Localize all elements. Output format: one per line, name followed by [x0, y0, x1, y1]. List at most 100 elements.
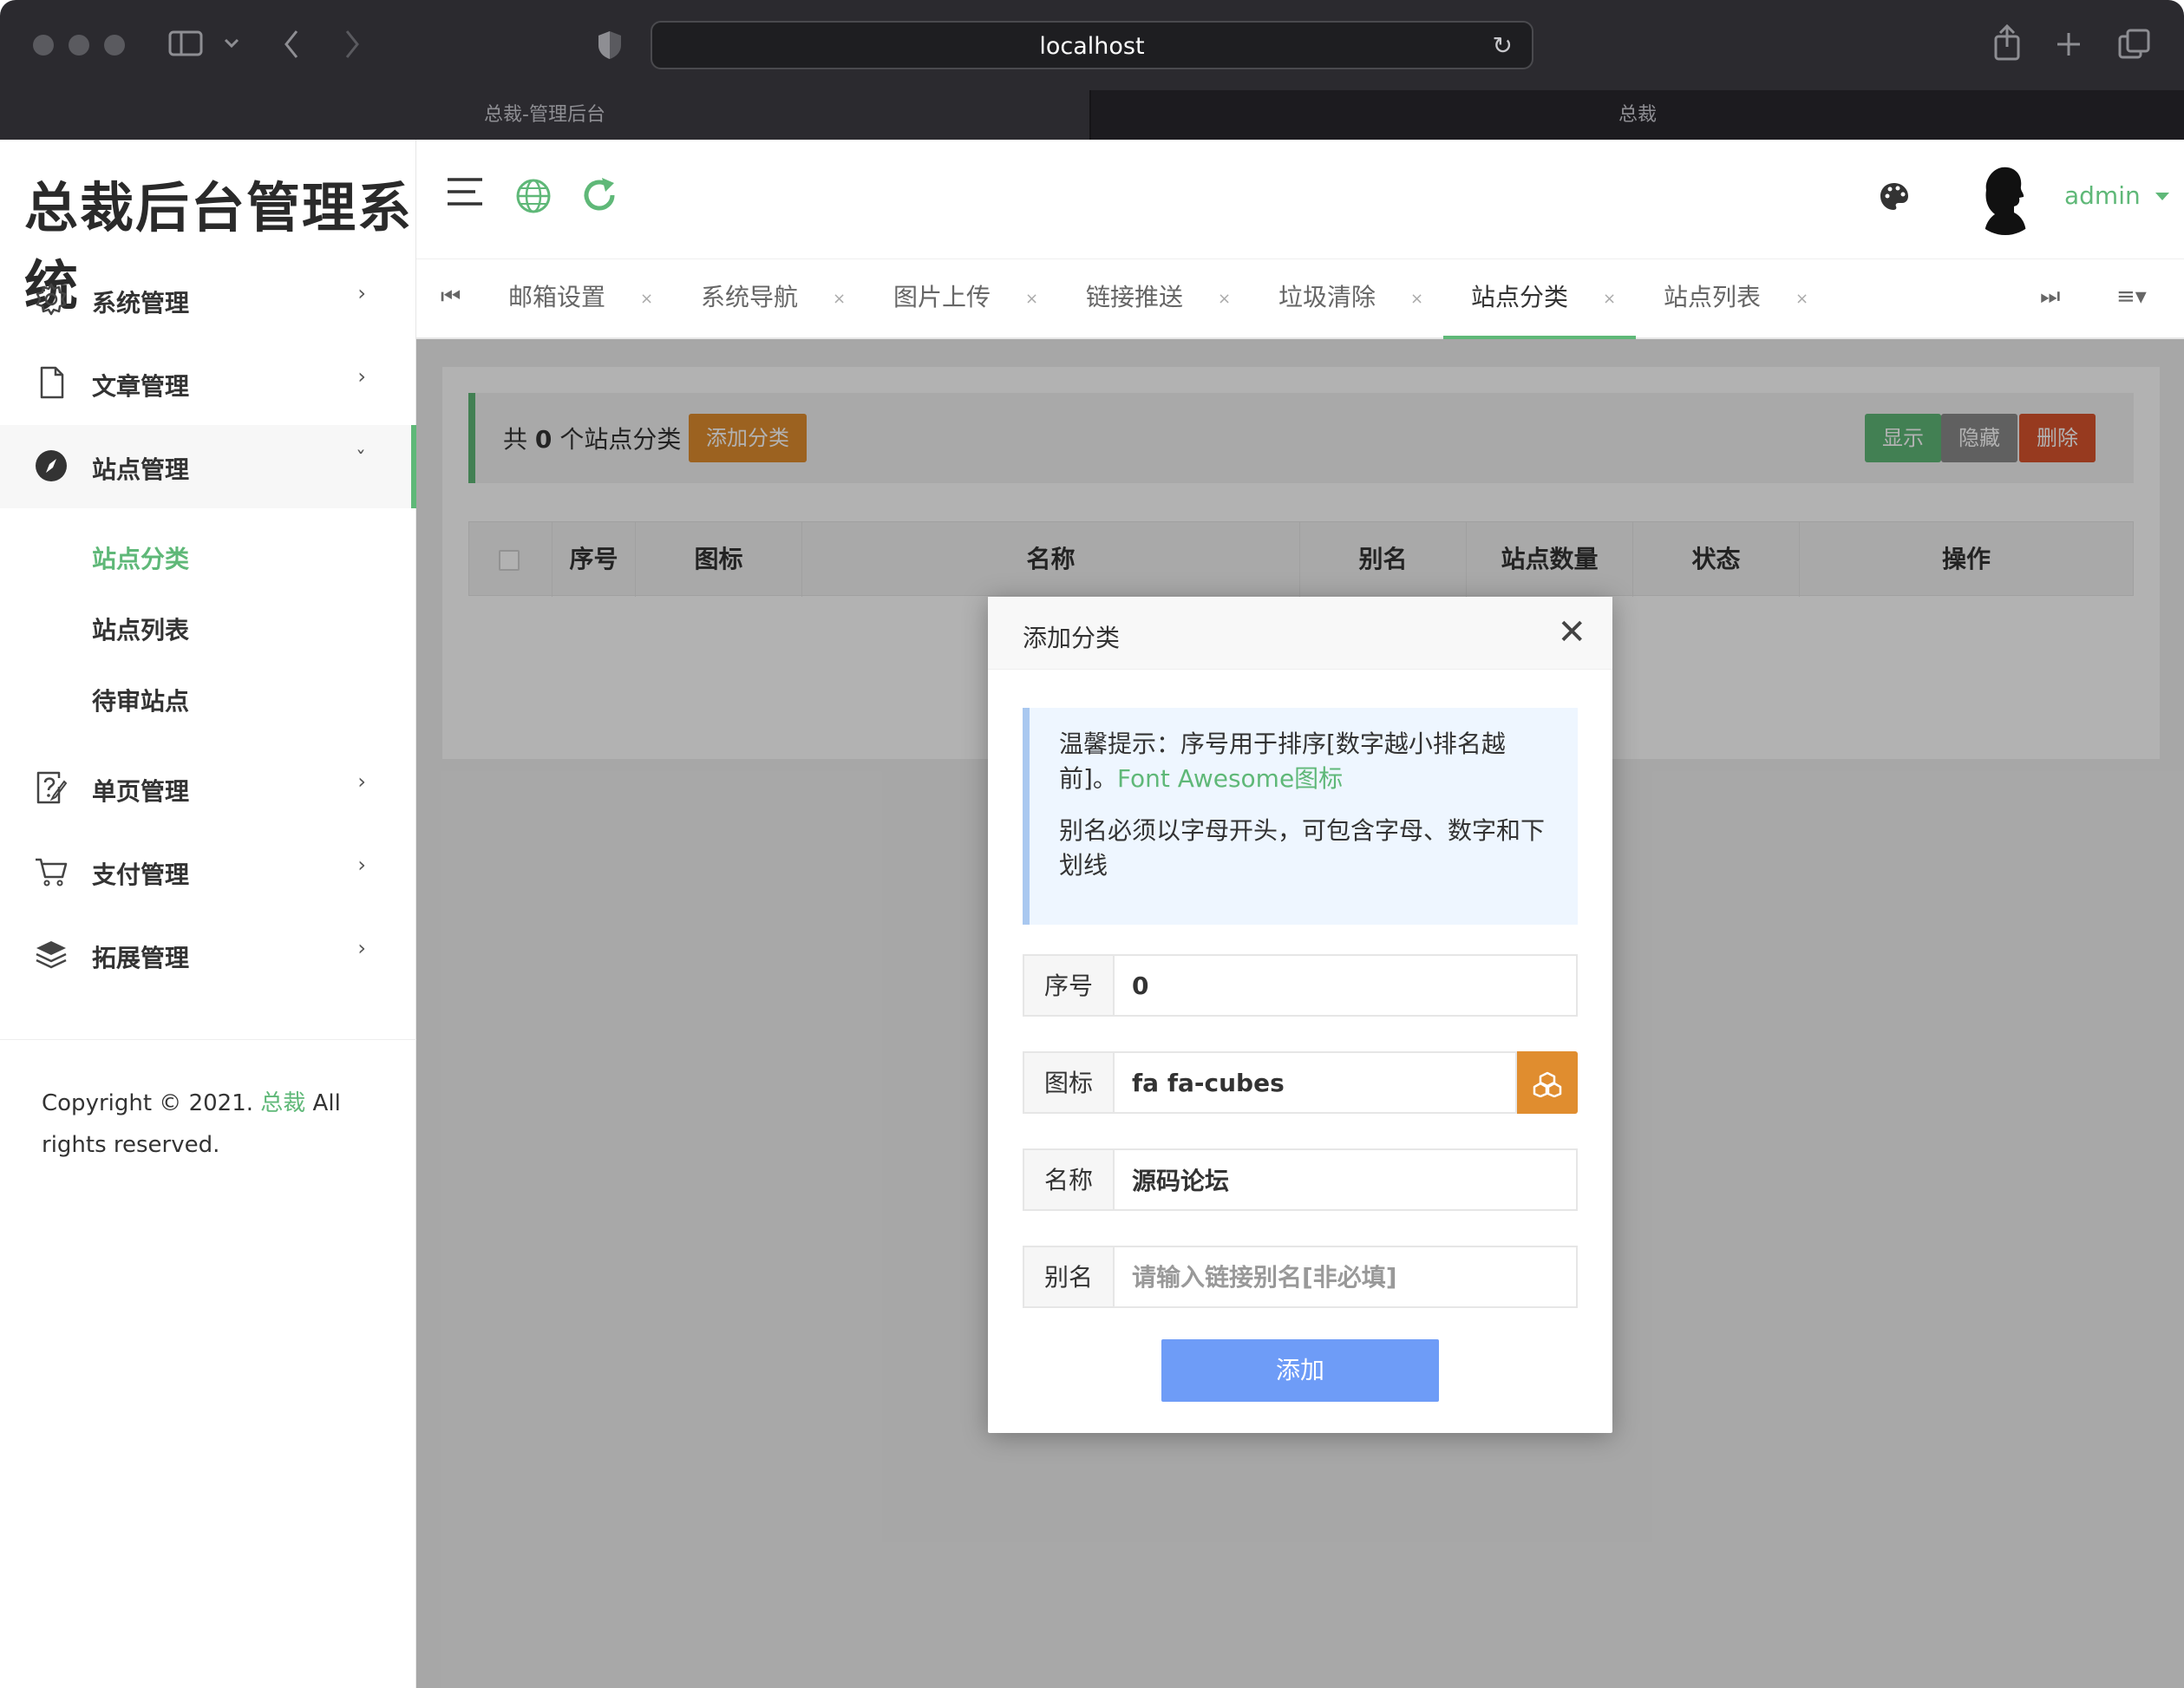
tab-close-icon[interactable]: ×: [833, 261, 846, 337]
browser-chrome: localhost ↻ 总裁-管理后台 总裁: [0, 0, 2184, 140]
username-dropdown[interactable]: admin: [2064, 181, 2169, 210]
tip-text: 温馨提示：序号用于排序[数字越小排名越前]。Font Awesome图标: [1059, 727, 1553, 796]
chevron-down-icon[interactable]: [224, 38, 239, 49]
sidebar-item-label: 系统管理: [92, 289, 190, 317]
icon-field: 图标: [1023, 1051, 1578, 1114]
tab-close-icon[interactable]: ×: [1025, 261, 1038, 337]
tab-label: 图片上传: [893, 283, 991, 311]
back-arrow-icon[interactable]: [283, 29, 300, 59]
order-input[interactable]: [1113, 954, 1578, 1017]
tab-close-icon[interactable]: ×: [1410, 261, 1423, 337]
name-label: 名称: [1023, 1148, 1115, 1211]
compass-icon: [36, 450, 67, 481]
font-awesome-link[interactable]: Font Awesome图标: [1117, 764, 1343, 793]
close-window-dot[interactable]: [33, 35, 54, 56]
sidebar-item-pages[interactable]: 单页管理 ›: [0, 747, 416, 830]
copyright-brand-link[interactable]: 总裁: [260, 1090, 305, 1116]
forward-arrow-icon[interactable]: [343, 29, 361, 59]
sidebar: 总裁后台管理系统 系统管理 › 文章管理 › 站点管理 ˇ 站点分类 站点列表 …: [0, 140, 416, 1688]
avatar[interactable]: [1969, 162, 2042, 235]
tab-scroll-left-icon[interactable]: ⏮: [441, 284, 461, 311]
sidebar-item-system[interactable]: 系统管理 ›: [0, 258, 416, 342]
close-icon[interactable]: ✕: [1557, 612, 1586, 652]
shield-icon[interactable]: [597, 29, 623, 61]
username-label: admin: [2064, 181, 2141, 210]
alias-input[interactable]: [1113, 1246, 1578, 1308]
alias-label: 别名: [1023, 1246, 1115, 1308]
chevron-right-icon: ›: [357, 769, 366, 794]
zoom-window-dot[interactable]: [104, 35, 125, 56]
user-silhouette-icon: [1985, 167, 2026, 235]
icon-input[interactable]: [1113, 1051, 1517, 1114]
tab-close-icon[interactable]: ×: [1218, 261, 1231, 337]
add-category-dialog: 添加分类 ✕ 温馨提示：序号用于排序[数字越小排名越前]。Font Awesom…: [988, 597, 1612, 1433]
document-icon: [40, 366, 64, 399]
chevron-right-icon: ›: [357, 281, 366, 305]
url-text: localhost: [1039, 33, 1145, 60]
admin-app: 总裁后台管理系统 系统管理 › 文章管理 › 站点管理 ˇ 站点分类 站点列表 …: [0, 140, 2184, 1688]
sidebar-item-label: 文章管理: [92, 372, 190, 401]
tab-system-nav[interactable]: 系统导航 ×: [701, 259, 846, 339]
chevron-right-icon: ›: [357, 853, 366, 877]
dialog-header: 添加分类 ✕: [988, 597, 1612, 670]
layers-icon: [36, 941, 67, 969]
menu-toggle-icon[interactable]: [446, 174, 484, 209]
tab-label: 垃圾清除: [1278, 283, 1376, 311]
add-submit-button[interactable]: 添加: [1161, 1339, 1439, 1402]
copyright-prefix: Copyright © 2021.: [42, 1090, 261, 1116]
reload-icon[interactable]: ↻: [1493, 31, 1513, 60]
tab-label: 链接推送: [1086, 283, 1184, 311]
order-label: 序号: [1023, 954, 1115, 1017]
browser-tab-front[interactable]: 总裁: [1089, 90, 2184, 140]
order-field: 序号: [1023, 954, 1578, 1017]
copyright: Copyright © 2021. 总裁 All rights reserved…: [42, 1083, 371, 1166]
tab-label: 邮箱设置: [508, 283, 606, 311]
sidebar-subitem-site-category[interactable]: 站点分类: [92, 540, 189, 575]
sidebar-item-sites[interactable]: 站点管理 ˇ: [0, 425, 416, 508]
tab-close-icon[interactable]: ×: [1795, 261, 1808, 337]
tab-garbage-clean[interactable]: 垃圾清除 ×: [1278, 259, 1423, 339]
tab-label: 站点分类: [1471, 283, 1569, 311]
divider: [0, 1039, 416, 1040]
tab-link-push[interactable]: 链接推送 ×: [1086, 259, 1231, 339]
icon-picker-button[interactable]: [1517, 1051, 1578, 1114]
sidebar-item-label: 单页管理: [92, 777, 190, 806]
sidebar-item-label: 支付管理: [92, 860, 190, 889]
sidebar-subitem-pending-sites[interactable]: 待审站点: [92, 683, 189, 717]
tab-close-icon[interactable]: ×: [1603, 261, 1616, 337]
minimize-window-dot[interactable]: [69, 35, 89, 56]
tab-mail-settings[interactable]: 邮箱设置 ×: [508, 259, 653, 339]
name-input[interactable]: [1113, 1148, 1578, 1211]
cart-icon: [36, 858, 68, 887]
tab-site-category[interactable]: 站点分类 ×: [1471, 259, 1616, 339]
tab-image-upload[interactable]: 图片上传 ×: [893, 259, 1038, 339]
tab-menu-icon[interactable]: ≡▾: [2116, 284, 2147, 310]
share-icon[interactable]: [1993, 24, 2021, 61]
name-field: 名称: [1023, 1148, 1578, 1211]
refresh-icon[interactable]: [581, 176, 619, 214]
new-tab-icon[interactable]: [2056, 31, 2082, 57]
browser-tab-admin[interactable]: 总裁-管理后台: [0, 90, 1089, 140]
dialog-title: 添加分类: [1023, 624, 1121, 652]
chevron-right-icon: ›: [357, 936, 366, 960]
tab-close-icon[interactable]: ×: [640, 261, 653, 337]
tab-site-list[interactable]: 站点列表 ×: [1664, 259, 1808, 339]
tab-scroll-right-icon[interactable]: ⏭: [2040, 284, 2060, 311]
sidebar-item-articles[interactable]: 文章管理 ›: [0, 342, 416, 425]
top-header: admin: [416, 140, 2184, 259]
globe-icon[interactable]: [515, 178, 552, 214]
sidebar-item-label: 站点管理: [92, 455, 190, 484]
browser-toolbar: localhost ↻: [0, 0, 2184, 90]
tab-overview-icon[interactable]: [2118, 28, 2151, 61]
gear-icon: [36, 283, 67, 316]
sidebar-item-label: 拓展管理: [92, 944, 190, 972]
page-tab-bar: ⏮ 邮箱设置 × 系统导航 × 图片上传 × 链接推送 × 垃圾清除 × 站点分…: [416, 259, 2184, 339]
tip-box: 温馨提示：序号用于排序[数字越小排名越前]。Font Awesome图标 别名必…: [1023, 708, 1578, 925]
sidebar-item-extensions[interactable]: 拓展管理 ›: [0, 913, 416, 997]
address-bar[interactable]: localhost ↻: [651, 21, 1533, 69]
caret-down-icon: [2155, 193, 2169, 200]
sidebar-subitem-site-list[interactable]: 站点列表: [92, 612, 189, 646]
sidebar-item-payment[interactable]: 支付管理 ›: [0, 830, 416, 913]
sidebar-toggle-icon[interactable]: [168, 29, 203, 57]
palette-icon[interactable]: [1879, 181, 1910, 213]
